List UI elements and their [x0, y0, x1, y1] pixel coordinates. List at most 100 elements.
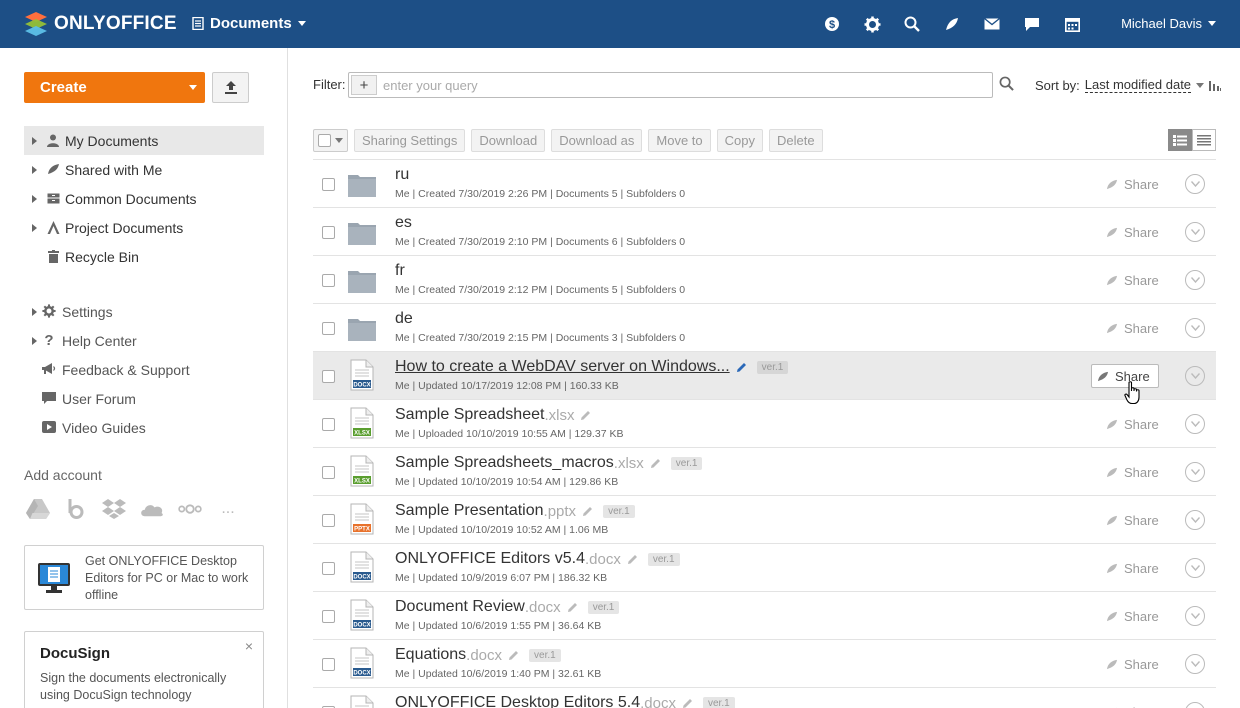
tree-item-common-documents[interactable]: Common Documents: [24, 184, 264, 213]
file-row[interactable]: XLSX Sample Spreadsheets_macros .xlsx ver…: [313, 447, 1216, 495]
item-menu-button[interactable]: [1185, 654, 1205, 674]
pencil-icon[interactable]: [580, 410, 591, 421]
share-button[interactable]: Share: [1101, 605, 1167, 627]
row-checkbox[interactable]: [322, 466, 335, 479]
share-button[interactable]: Share: [1101, 221, 1167, 243]
item-name[interactable]: ru: [395, 166, 409, 184]
tree-item-recycle-bin[interactable]: Recycle Bin: [24, 242, 264, 271]
onedrive-icon[interactable]: [140, 498, 164, 520]
pencil-icon[interactable]: [567, 602, 578, 613]
row-checkbox[interactable]: [322, 610, 335, 623]
version-badge[interactable]: ver.1: [670, 456, 703, 470]
sidebar-item-video-guides[interactable]: Video Guides: [24, 413, 264, 442]
search-icon[interactable]: [902, 12, 922, 36]
item-name[interactable]: Document Review: [395, 598, 525, 616]
talk-icon[interactable]: [1022, 12, 1042, 36]
sort-order-icon[interactable]: [1209, 80, 1222, 91]
row-checkbox[interactable]: [322, 658, 335, 671]
expand-arrow-icon[interactable]: [32, 166, 37, 174]
user-menu[interactable]: Michael Davis: [1121, 16, 1216, 31]
share-button[interactable]: Share: [1101, 509, 1167, 531]
version-badge[interactable]: ver.1: [756, 360, 789, 374]
file-row[interactable]: XLSX Sample Spreadsheet .xlsx Me | Upload…: [313, 399, 1216, 447]
settings-icon[interactable]: [862, 12, 882, 36]
expand-arrow-icon[interactable]: [32, 224, 37, 232]
item-menu-button[interactable]: [1185, 558, 1205, 578]
item-name[interactable]: es: [395, 214, 412, 232]
row-checkbox[interactable]: [322, 370, 335, 383]
sharing-settings-button[interactable]: Sharing Settings: [354, 129, 466, 152]
item-menu-button[interactable]: [1185, 222, 1205, 242]
expand-arrow-icon[interactable]: [32, 337, 37, 345]
sort-value[interactable]: Last modified date: [1084, 77, 1192, 93]
expand-arrow-icon[interactable]: [32, 137, 37, 145]
logo[interactable]: ONLYOFFICE: [24, 11, 177, 37]
select-all-checkbox[interactable]: [313, 129, 348, 152]
pencil-icon[interactable]: [682, 698, 693, 708]
item-name[interactable]: ONLYOFFICE Desktop Editors 5.4: [395, 694, 640, 708]
expand-arrow-icon[interactable]: [32, 195, 37, 203]
item-name[interactable]: fr: [395, 262, 405, 280]
item-menu-button[interactable]: [1185, 318, 1205, 338]
expand-arrow-icon[interactable]: [32, 308, 37, 316]
payments-icon[interactable]: $: [822, 12, 842, 36]
item-menu-button[interactable]: [1185, 510, 1205, 530]
file-row[interactable]: DOCX How to create a WebDAV server on Wi…: [313, 351, 1216, 399]
row-checkbox[interactable]: [322, 226, 335, 239]
sidebar-item-feedback-support[interactable]: Feedback & Support: [24, 355, 264, 384]
chevron-down-icon[interactable]: [181, 72, 205, 103]
copy-button[interactable]: Copy: [716, 129, 763, 152]
version-badge[interactable]: ver.1: [603, 504, 635, 518]
compact-view-icon[interactable]: [1192, 129, 1216, 151]
item-menu-button[interactable]: [1185, 366, 1205, 386]
docusign-banner[interactable]: DocuSign × Sign the documents electronic…: [24, 631, 264, 708]
chevron-down-icon[interactable]: [1196, 82, 1205, 88]
download-button[interactable]: Download: [471, 129, 546, 152]
share-button[interactable]: Share: [1101, 701, 1167, 708]
row-checkbox[interactable]: [322, 418, 335, 431]
tree-item-my-documents[interactable]: My Documents: [24, 126, 264, 155]
close-icon[interactable]: ×: [245, 638, 253, 654]
search-icon[interactable]: [999, 76, 1014, 91]
item-menu-button[interactable]: [1185, 606, 1205, 626]
version-badge[interactable]: ver.1: [702, 696, 735, 708]
file-row[interactable]: DOCX ONLYOFFICE Editors v5.4 .docx ver.1 …: [313, 543, 1216, 591]
upload-button[interactable]: [212, 72, 249, 103]
item-menu-button[interactable]: [1185, 702, 1205, 708]
row-checkbox[interactable]: [322, 274, 335, 287]
item-name[interactable]: de: [395, 310, 413, 328]
file-row[interactable]: DOCX ONLYOFFICE Desktop Editors 5.4.docx…: [313, 687, 1216, 708]
box-icon[interactable]: [64, 498, 88, 520]
create-button[interactable]: Create: [24, 72, 205, 103]
item-name[interactable]: Sample Presentation: [395, 502, 544, 520]
file-row[interactable]: DOCX Equations .docx ver.1 Me | Updated 1…: [313, 639, 1216, 687]
edit-icon[interactable]: [736, 362, 747, 373]
add-filter-button[interactable]: +: [351, 75, 377, 95]
feed-icon[interactable]: [942, 12, 962, 36]
sidebar-item-settings[interactable]: Settings: [24, 297, 264, 326]
filter-input[interactable]: [383, 75, 983, 95]
item-name[interactable]: ONLYOFFICE Editors v5.4: [395, 550, 585, 568]
chevron-down-icon[interactable]: [335, 138, 343, 143]
item-menu-button[interactable]: [1185, 270, 1205, 290]
tree-item-project-documents[interactable]: Project Documents: [24, 213, 264, 242]
share-button[interactable]: Share: [1101, 269, 1167, 291]
row-checkbox[interactable]: [322, 514, 335, 527]
pencil-icon[interactable]: [650, 458, 661, 469]
move-to-button[interactable]: Move to: [648, 129, 711, 152]
file-row[interactable]: DOCX Document Review .docx ver.1 Me | Upd…: [313, 591, 1216, 639]
item-name[interactable]: Sample Spreadsheets_macros: [395, 454, 614, 472]
item-menu-button[interactable]: [1185, 462, 1205, 482]
mail-icon[interactable]: [982, 12, 1002, 36]
version-badge[interactable]: ver.1: [529, 648, 561, 662]
list-view-icon[interactable]: [1168, 129, 1192, 151]
folder-row[interactable]: fr Me | Created 7/30/2019 2:12 PM | Docu…: [313, 255, 1216, 303]
version-badge[interactable]: ver.1: [647, 552, 680, 566]
item-name[interactable]: Equations: [395, 646, 466, 664]
tree-item-shared-with-me[interactable]: Shared with Me: [24, 155, 264, 184]
more-accounts-icon[interactable]: ...: [216, 498, 240, 520]
item-menu-button[interactable]: [1185, 174, 1205, 194]
share-button[interactable]: Share: [1101, 173, 1167, 195]
share-button[interactable]: Share: [1101, 413, 1167, 435]
calendar-icon[interactable]: [1062, 12, 1082, 36]
